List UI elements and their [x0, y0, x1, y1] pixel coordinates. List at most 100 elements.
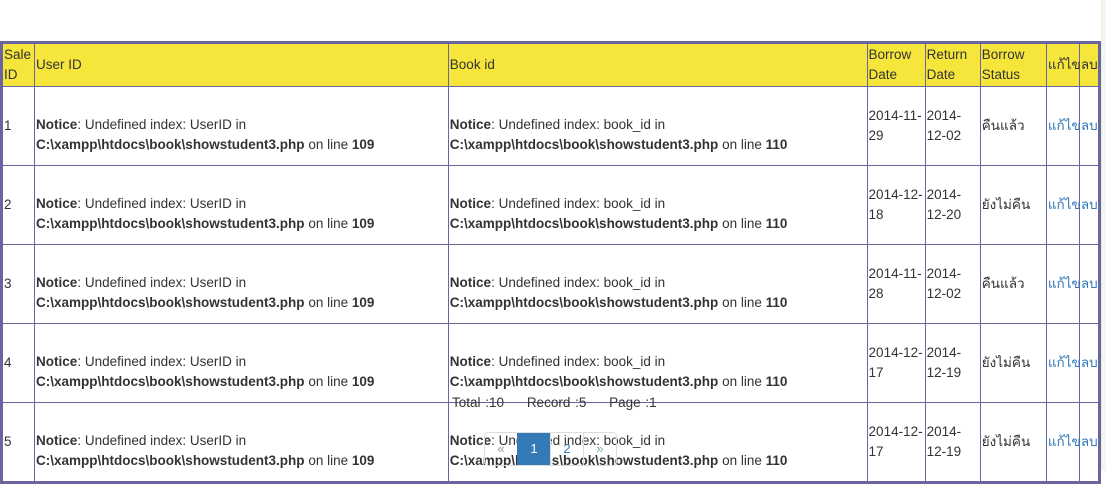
- notice-message: : Undefined index: UserID in: [77, 196, 247, 211]
- borrow-status: คืนแล้ว: [979, 244, 1047, 324]
- notice-on-line: on line: [304, 137, 352, 152]
- notice-path: C:\xampp\htdocs\book\showstudent3.php: [36, 295, 305, 310]
- edit-link[interactable]: แก้ไข: [1048, 355, 1081, 370]
- header-delete: ลบ: [1078, 42, 1101, 87]
- notice-line: 109: [351, 216, 375, 231]
- notice-path: C:\xampp\htdocs\book\showstudent3.php: [36, 137, 305, 152]
- notice-label: Notice: [449, 275, 492, 290]
- borrow-status: คืนแล้ว: [979, 86, 1047, 166]
- notice-path: C:\xampp\htdocs\book\showstudent3.php: [36, 216, 305, 231]
- notice-path: C:\xampp\htdocs\book\showstudent3.php: [449, 295, 719, 310]
- header-user-id: User ID: [34, 42, 449, 87]
- book-id-cell: Notice: Undefined index: book_id in C:\xa…: [447, 165, 868, 245]
- notice-path: C:\xampp\htdocs\book\showstudent3.php: [449, 374, 719, 389]
- borrow-status: ยังไม่คืน: [979, 165, 1047, 245]
- header-edit: แก้ไข: [1045, 42, 1081, 87]
- notice-line: 109: [351, 374, 375, 389]
- window-edge: [1101, 0, 1106, 471]
- notice-label: Notice: [36, 117, 78, 132]
- book-id-cell: Notice: Undefined index: book_id in C:\xa…: [447, 244, 868, 324]
- notice-label: Notice: [449, 117, 492, 132]
- sale-id: 1: [0, 86, 36, 166]
- pagination: « 1 2 »: [484, 432, 617, 466]
- notice-on-line: on line: [718, 216, 766, 231]
- page-1-button[interactable]: 1: [517, 433, 550, 465]
- notice-message: : Undefined index: UserID in: [77, 354, 247, 369]
- notice-on-line: on line: [304, 374, 352, 389]
- borrow-date: 2014-12-17: [866, 323, 926, 403]
- record-count: Record :5: [526, 395, 587, 410]
- notice-on-line: on line: [718, 137, 766, 152]
- notice-label: Notice: [36, 196, 78, 211]
- notice-on-line: on line: [718, 295, 766, 310]
- borrow-status: ยังไม่คืน: [979, 323, 1047, 403]
- user-id-cell: Notice: Undefined index: UserID in C:\xam…: [34, 323, 449, 403]
- notice-path: C:\xampp\htdocs\book\showstudent3.php: [36, 453, 305, 468]
- page-2-button[interactable]: 2: [550, 433, 583, 465]
- return-date: 2014-12-20: [924, 165, 981, 245]
- header-borrow-date: Borrow Date: [866, 42, 926, 87]
- table-row: 4 Notice: Undefined index: UserID in C:\xa…: [0, 323, 1101, 403]
- summary: Total :10 Record :5 Page :1: [452, 395, 675, 410]
- notice-line: 110: [765, 453, 788, 468]
- notice-line: 109: [351, 137, 375, 152]
- notice-message: : Undefined index: UserID in: [77, 275, 247, 290]
- sale-id: 2: [0, 165, 36, 245]
- notice-on-line: on line: [718, 453, 766, 468]
- total-count: Total :10: [452, 395, 505, 410]
- book-id-cell: Notice: Undefined index: book_id in C:\xa…: [447, 86, 868, 166]
- notice-on-line: on line: [718, 374, 766, 389]
- notice-message: : Undefined index: book_id in: [491, 117, 666, 132]
- notice-line: 110: [765, 295, 788, 310]
- table-row: 3 Notice: Undefined index: UserID in C:\xa…: [0, 244, 1101, 324]
- notice-label: Notice: [36, 433, 78, 448]
- return-date: 2014-12-02: [924, 244, 981, 324]
- notice-on-line: on line: [304, 216, 352, 231]
- edit-link[interactable]: แก้ไข: [1048, 434, 1081, 449]
- table-row: 1 Notice: Undefined index: UserID in C:\xa…: [0, 86, 1101, 166]
- edit-link[interactable]: แก้ไข: [1048, 276, 1081, 291]
- header-row: Sale ID User ID Book id Borrow Date Return D…: [0, 42, 1101, 87]
- notice-label: Notice: [449, 354, 492, 369]
- book-id-cell: Notice: Undefined index: book_id in C:\xa…: [447, 323, 868, 403]
- delete-link[interactable]: ลบ: [1081, 118, 1098, 133]
- delete-link[interactable]: ลบ: [1081, 355, 1098, 370]
- notice-line: 110: [765, 216, 788, 231]
- edit-link[interactable]: แก้ไข: [1048, 118, 1081, 133]
- notice-path: C:\xampp\htdocs\book\showstudent3.php: [449, 137, 719, 152]
- edit-link[interactable]: แก้ไข: [1048, 197, 1081, 212]
- header-sale-id: Sale ID: [0, 42, 36, 87]
- page-number: Page :1: [609, 395, 657, 410]
- return-date: 2014-12-19: [924, 323, 981, 403]
- notice-line: 109: [351, 453, 375, 468]
- user-id-cell: Notice: Undefined index: UserID in C:\xam…: [34, 244, 449, 324]
- user-id-cell: Notice: Undefined index: UserID in C:\xam…: [34, 165, 449, 245]
- notice-message: : Undefined index: UserID in: [77, 433, 247, 448]
- notice-label: Notice: [449, 196, 492, 211]
- user-id-cell: Notice: Undefined index: UserID in C:\xam…: [34, 86, 449, 166]
- notice-message: : Undefined index: book_id in: [491, 275, 666, 290]
- notice-path: C:\xampp\htdocs\book\showstudent3.php: [36, 374, 305, 389]
- header-return-date: Return Date: [924, 42, 981, 87]
- notice-label: Notice: [36, 275, 78, 290]
- sale-id: 4: [0, 323, 36, 403]
- notice-line: 109: [351, 295, 375, 310]
- delete-link[interactable]: ลบ: [1081, 434, 1098, 449]
- next-page-button[interactable]: »: [583, 433, 616, 465]
- borrow-date: 2014-11-29: [866, 86, 926, 166]
- notice-path: C:\xampp\htdocs\book\showstudent3.php: [449, 216, 719, 231]
- notice-on-line: on line: [304, 295, 352, 310]
- sale-id: 3: [0, 244, 36, 324]
- notice-line: 110: [765, 137, 788, 152]
- borrow-date: 2014-11-28: [866, 244, 926, 324]
- prev-page-button[interactable]: «: [485, 433, 517, 465]
- delete-link[interactable]: ลบ: [1081, 276, 1098, 291]
- borrow-table: Sale ID User ID Book id Borrow Date Return D…: [0, 41, 1101, 484]
- header-borrow-status: Borrow Status: [979, 42, 1047, 87]
- borrow-date: 2014-12-18: [866, 165, 926, 245]
- notice-message: : Undefined index: book_id in: [491, 196, 666, 211]
- header-book-id: Book id: [447, 42, 868, 87]
- notice-on-line: on line: [304, 453, 352, 468]
- delete-link[interactable]: ลบ: [1081, 197, 1098, 212]
- notice-message: : Undefined index: UserID in: [77, 117, 247, 132]
